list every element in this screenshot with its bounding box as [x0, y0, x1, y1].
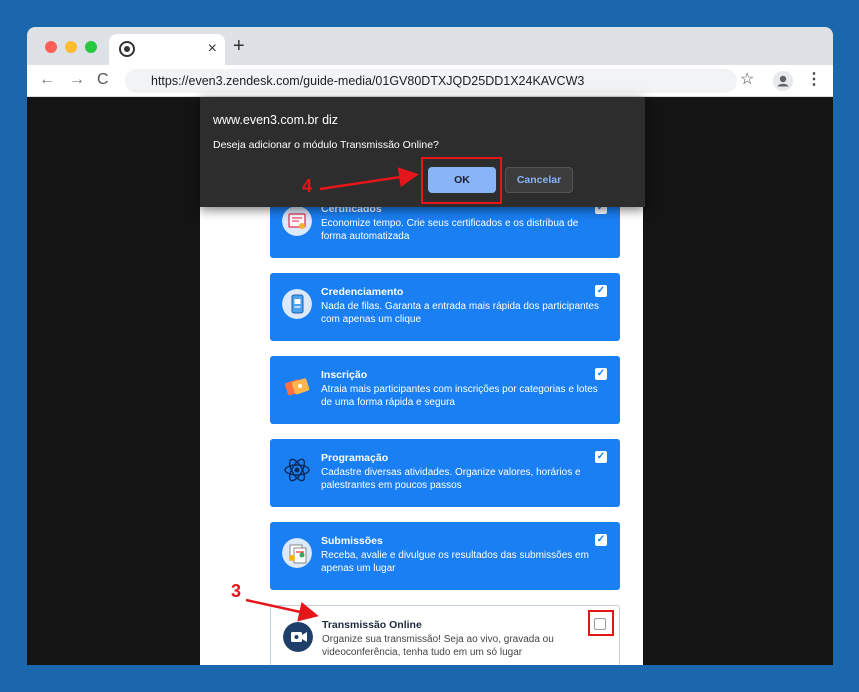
- annotation-arrows: [245, 167, 419, 622]
- step-3-arrow: [245, 598, 319, 622]
- step-4-arrow: [319, 167, 419, 191]
